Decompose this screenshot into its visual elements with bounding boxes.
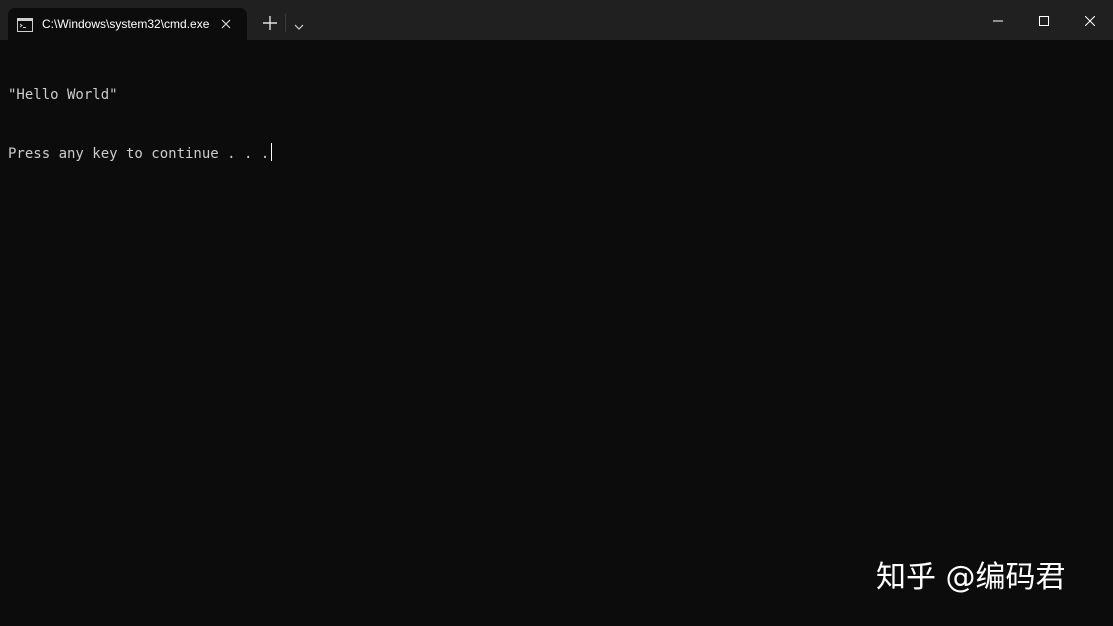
terminal-output[interactable]: "Hello World" Press any key to continue …: [8, 48, 1105, 618]
new-tab-button[interactable]: [258, 12, 282, 36]
prompt-text: Press any key to continue . . .: [8, 146, 270, 162]
minimize-icon: [993, 11, 1003, 30]
maximize-button[interactable]: [1021, 0, 1067, 40]
minimize-button[interactable]: [975, 0, 1021, 40]
close-icon[interactable]: [216, 14, 236, 34]
close-icon: [1084, 11, 1096, 30]
prompt-line: Press any key to continue . . .: [8, 143, 1105, 162]
tab-cmd[interactable]: C:\Windows\system32\cmd.exe: [8, 8, 247, 40]
tab-title: C:\Windows\system32\cmd.exe: [42, 17, 210, 31]
chevron-down-icon: [294, 15, 304, 34]
maximize-icon: [1039, 11, 1049, 30]
tab-divider: [285, 14, 286, 32]
terminal-window: C:\Windows\system32\cmd.exe "Hello World…: [0, 0, 1113, 626]
cmd-icon: [17, 17, 33, 32]
output-line: "Hello World": [8, 87, 118, 103]
watermark: 知乎 @编码君: [876, 558, 1096, 598]
text-cursor: [271, 143, 273, 161]
profile-dropdown-button[interactable]: [289, 12, 309, 36]
close-window-button[interactable]: [1067, 0, 1113, 40]
title-bar: C:\Windows\system32\cmd.exe: [0, 0, 1113, 40]
watermark-text: 知乎 @编码君: [876, 560, 1066, 595]
plus-icon: [263, 15, 277, 34]
